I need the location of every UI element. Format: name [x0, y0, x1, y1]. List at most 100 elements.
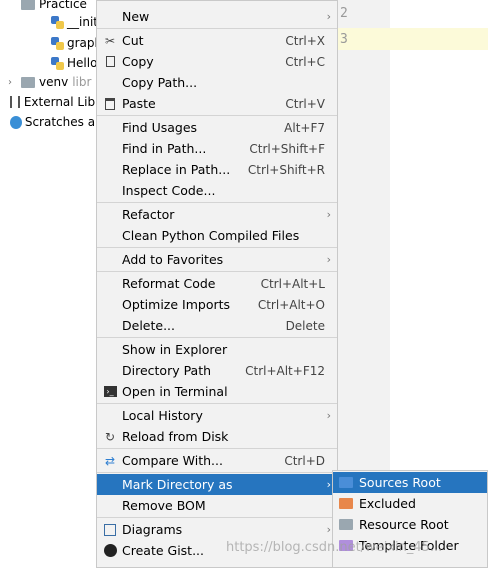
- submenu-item-resource-root[interactable]: Resource Root: [333, 514, 487, 535]
- tree-item-external-libraries[interactable]: External Libr: [0, 92, 100, 112]
- terminal-icon: ›_: [102, 384, 118, 399]
- menu-item-shortcut: Ctrl+Shift+F: [249, 141, 325, 156]
- menu-separator: [97, 271, 337, 272]
- tree-item-graph[interactable]: graph: [0, 33, 100, 53]
- menu-item-label: Compare With...: [122, 453, 223, 468]
- python-file-icon: [50, 36, 64, 50]
- folder-icon: [339, 477, 353, 488]
- menu-item-shortcut: Ctrl+Alt+L: [260, 276, 325, 291]
- folder-icon: [339, 519, 353, 530]
- menu-item-inspect-code[interactable]: Inspect Code...: [97, 180, 337, 201]
- menu-item-create-gist[interactable]: Create Gist...: [97, 540, 337, 561]
- menu-item-new[interactable]: New ›: [97, 6, 337, 27]
- menu-item-shortcut: Ctrl+Shift+R: [247, 162, 325, 177]
- menu-item-add-to-favorites[interactable]: Add to Favorites ›: [97, 249, 337, 270]
- python-file-icon: [50, 56, 64, 70]
- submenu-arrow-icon: ›: [326, 208, 331, 221]
- menu-item-shortcut: Alt+F7: [284, 120, 325, 135]
- menu-item-replace-in-path[interactable]: Replace in Path... Ctrl+Shift+R: [97, 159, 337, 180]
- menu-item-copy[interactable]: Copy Ctrl+C: [97, 51, 337, 72]
- menu-item-shortcut: Ctrl+Alt+O: [257, 297, 325, 312]
- context-menu: New › ✂ Cut Ctrl+X Copy Ctrl+C Copy Path…: [96, 0, 338, 568]
- tree-item-venv[interactable]: › venv libr: [0, 72, 100, 92]
- menu-item-mark-directory-as[interactable]: Mark Directory as ›: [97, 474, 337, 495]
- menu-item-label: Open in Terminal: [122, 384, 228, 399]
- menu-separator: [97, 403, 337, 404]
- menu-item-label: Clean Python Compiled Files: [122, 228, 300, 243]
- library-icon: [10, 96, 20, 108]
- chevron-right-icon[interactable]: ›: [8, 77, 18, 88]
- copy-icon: [102, 54, 118, 69]
- line-number: 3: [340, 32, 348, 47]
- menu-item-label: Find in Path...: [122, 141, 207, 156]
- menu-item-remove-bom[interactable]: Remove BOM: [97, 495, 337, 516]
- submenu-item-excluded[interactable]: Excluded: [333, 493, 487, 514]
- menu-item-label: Local History: [122, 408, 203, 423]
- menu-item-label: Paste: [122, 96, 156, 111]
- menu-item-label: Remove BOM: [122, 498, 206, 513]
- folder-icon: [21, 76, 35, 88]
- submenu-item-label: Resource Root: [359, 517, 449, 532]
- submenu-arrow-icon: ›: [326, 253, 331, 266]
- menu-item-copy-path[interactable]: Copy Path...: [97, 72, 337, 93]
- menu-item-compare-with[interactable]: ⇄ Compare With... Ctrl+D: [97, 450, 337, 471]
- tree-item-label: Scratches ar: [24, 115, 100, 129]
- submenu-item-template-folder[interactable]: Template Folder: [333, 535, 487, 556]
- menu-item-label: Create Gist...: [122, 543, 205, 558]
- menu-item-shortcut: Ctrl+C: [285, 54, 325, 69]
- menu-item-refactor[interactable]: Refactor ›: [97, 204, 337, 225]
- menu-item-label: Add to Favorites: [122, 252, 224, 267]
- tree-item-label: venv: [39, 75, 69, 89]
- menu-separator: [97, 247, 337, 248]
- menu-item-delete[interactable]: Delete... Delete: [97, 315, 337, 336]
- folder-icon: [339, 498, 353, 509]
- menu-item-label: Find Usages: [122, 120, 198, 135]
- menu-item-cut[interactable]: ✂ Cut Ctrl+X: [97, 30, 337, 51]
- menu-item-label: Optimize Imports: [122, 297, 231, 312]
- submenu-item-label: Template Folder: [359, 538, 459, 553]
- menu-item-local-history[interactable]: Local History ›: [97, 405, 337, 426]
- menu-item-label: Replace in Path...: [122, 162, 231, 177]
- menu-item-label: Delete...: [122, 318, 175, 333]
- menu-item-diagrams[interactable]: Diagrams ›: [97, 519, 337, 540]
- menu-item-open-in-terminal[interactable]: ›_ Open in Terminal: [97, 381, 337, 402]
- compare-icon: ⇄: [104, 453, 116, 468]
- tree-item-hello[interactable]: Hello: [0, 53, 100, 73]
- menu-item-label: Directory Path: [122, 363, 212, 378]
- tree-item-init[interactable]: __init_: [0, 12, 100, 32]
- menu-item-label: Reformat Code: [122, 276, 216, 291]
- tree-item-scratches[interactable]: Scratches ar: [0, 112, 100, 132]
- folder-icon: [339, 540, 353, 551]
- python-file-icon: [50, 15, 64, 29]
- tree-item-label: External Libr: [23, 95, 100, 109]
- menu-item-reload-from-disk[interactable]: ↻ Reload from Disk: [97, 426, 337, 447]
- submenu-item-label: Sources Root: [359, 475, 441, 490]
- menu-item-find-in-path[interactable]: Find in Path... Ctrl+Shift+F: [97, 138, 337, 159]
- submenu-item-sources-root[interactable]: Sources Root: [333, 472, 487, 493]
- submenu-item-label: Excluded: [359, 496, 416, 511]
- scissors-icon: ✂: [104, 33, 116, 48]
- menu-item-reformat-code[interactable]: Reformat Code Ctrl+Alt+L: [97, 273, 337, 294]
- menu-item-find-usages[interactable]: Find Usages Alt+F7: [97, 117, 337, 138]
- submenu-arrow-icon: ›: [326, 409, 331, 422]
- menu-separator: [97, 448, 337, 449]
- menu-item-show-in-explorer[interactable]: Show in Explorer: [97, 339, 337, 360]
- menu-item-clean-python-compiled[interactable]: Clean Python Compiled Files: [97, 225, 337, 246]
- project-tree: Practice __init_ graph Hello › venv libr…: [0, 0, 100, 568]
- menu-item-optimize-imports[interactable]: Optimize Imports Ctrl+Alt+O: [97, 294, 337, 315]
- menu-item-label: Cut: [122, 33, 144, 48]
- menu-item-shortcut: Ctrl+V: [285, 96, 325, 111]
- tree-item-label: Practice: [39, 0, 87, 11]
- menu-separator: [97, 115, 337, 116]
- reload-icon: ↻: [104, 429, 116, 444]
- menu-item-directory-path[interactable]: Directory Path Ctrl+Alt+F12: [97, 360, 337, 381]
- tree-item-label: Hello: [67, 56, 98, 70]
- menu-item-paste[interactable]: Paste Ctrl+V: [97, 93, 337, 114]
- menu-separator: [97, 202, 337, 203]
- paste-icon: [102, 96, 118, 111]
- submenu-arrow-icon: ›: [326, 478, 331, 491]
- menu-item-shortcut: Delete: [285, 318, 325, 333]
- menu-item-shortcut: Ctrl+D: [284, 453, 325, 468]
- scratches-icon: [10, 115, 22, 129]
- line-number: 2: [340, 6, 348, 21]
